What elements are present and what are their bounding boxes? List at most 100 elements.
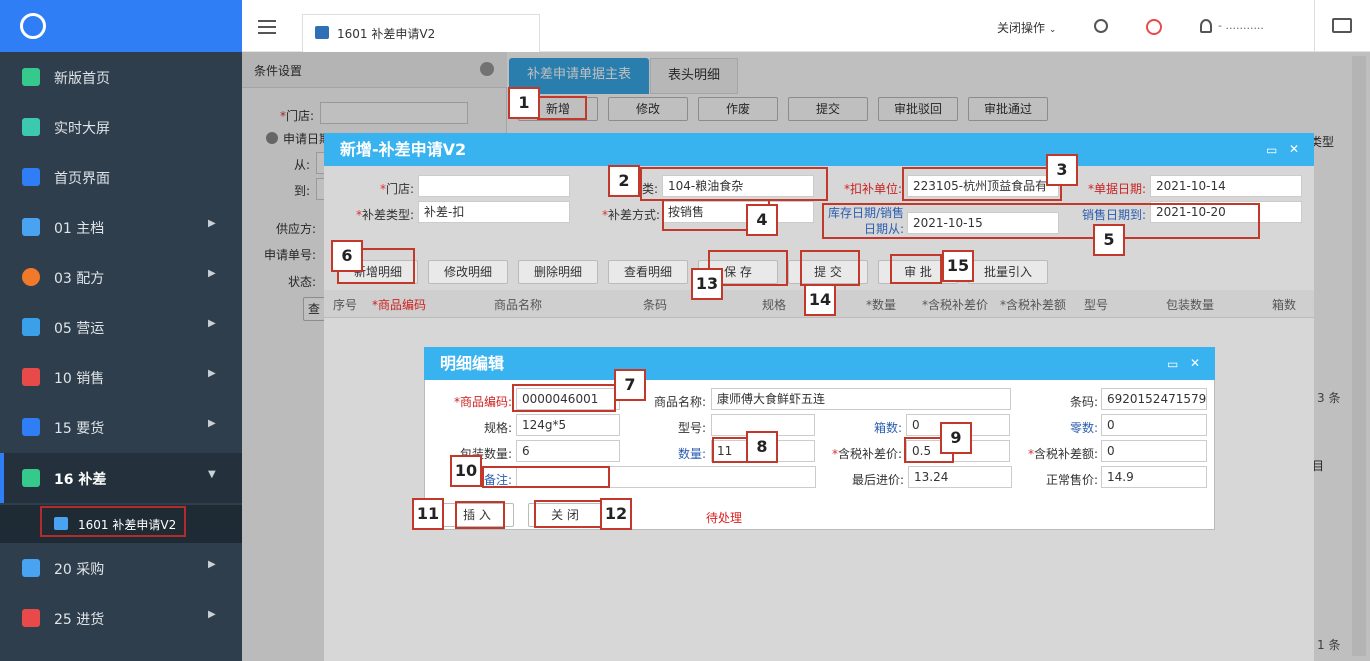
- deduct-unit-label: *扣补单位:: [843, 182, 902, 196]
- close-icon[interactable]: ✕: [1289, 142, 1299, 156]
- callout-number: 8: [746, 431, 778, 463]
- spec-input[interactable]: 124g*5: [516, 414, 620, 436]
- callout-mark: [534, 500, 602, 528]
- sale-price-input[interactable]: 14.9: [1101, 466, 1207, 488]
- menu-toggle-icon[interactable]: [258, 20, 276, 34]
- monitor-icon[interactable]: [1332, 18, 1352, 33]
- amount-input[interactable]: 0: [1101, 440, 1207, 462]
- name-label: 商品名称:: [653, 395, 706, 409]
- notification-icon[interactable]: [1146, 19, 1162, 35]
- nav-item-operation[interactable]: 05 营运 ▶: [0, 302, 242, 352]
- user-icon[interactable]: [1200, 19, 1212, 33]
- name-value: 康师傅大食鲜虾五连: [717, 392, 826, 406]
- callout-mark: [455, 501, 505, 529]
- nav-label: 05 营运: [54, 321, 105, 337]
- shopping-bag-icon: [22, 418, 40, 436]
- edit-detail-button[interactable]: 修改明细: [428, 260, 508, 284]
- doc-date-input[interactable]: 2021-10-14: [1150, 175, 1302, 197]
- logo-icon: [20, 13, 46, 39]
- nav-item-new-home[interactable]: 新版首页: [0, 52, 242, 102]
- barcode-value: 6920152471579: [1107, 392, 1207, 406]
- nav-item-home[interactable]: 首页界面: [0, 152, 242, 202]
- nav-label: 15 要货: [54, 421, 105, 437]
- callout-number: 2: [608, 165, 640, 197]
- col-name: 商品名称: [494, 298, 543, 312]
- callout-mark: [512, 384, 616, 412]
- doc-date-value: 2021-10-14: [1156, 179, 1226, 193]
- last-price-value: 13.24: [914, 470, 949, 484]
- nav-label: 16 补差: [54, 472, 107, 488]
- loose-input[interactable]: 0: [1101, 414, 1207, 436]
- col-pack: 包装数量: [1166, 298, 1215, 312]
- chevron-right-icon: ▶: [208, 368, 216, 379]
- callout-mark: [800, 250, 860, 286]
- close-ops-label: 关闭操作: [997, 21, 1046, 35]
- nav-item-order[interactable]: 15 要货 ▶: [0, 402, 242, 452]
- store-select[interactable]: [418, 175, 570, 197]
- view-detail-button[interactable]: 查看明细: [608, 260, 688, 284]
- chevron-right-icon: ▶: [208, 318, 216, 329]
- callout-mark: [537, 96, 587, 120]
- nav-label: 首页界面: [54, 171, 110, 187]
- nav-item-compensation[interactable]: 16 补差 ▼: [0, 453, 242, 503]
- col-model: 型号: [1084, 298, 1109, 312]
- price-label: *含税补差价:: [831, 447, 902, 461]
- dialog-title: 明细编辑: [440, 354, 505, 373]
- callout-number: 9: [940, 422, 972, 454]
- chevron-right-icon: ▶: [208, 418, 216, 429]
- callout-number: 5: [1093, 224, 1125, 256]
- close-icon[interactable]: ✕: [1190, 356, 1200, 370]
- spec-label: 规格:: [483, 421, 512, 435]
- separator: [1314, 0, 1315, 52]
- barcode-label: 条码:: [1069, 395, 1098, 409]
- chevron-right-icon: ▶: [208, 268, 216, 279]
- model-label: 型号:: [677, 421, 706, 435]
- nav-item-master[interactable]: 01 主档 ▶: [0, 202, 242, 252]
- nav-label: 01 主档: [54, 221, 105, 237]
- type-select[interactable]: 补差-扣: [418, 201, 570, 223]
- maximize-icon[interactable]: ▭: [1167, 357, 1178, 371]
- nav-item-sales[interactable]: 10 销售 ▶: [0, 352, 242, 402]
- truck-icon: [22, 609, 40, 627]
- database-icon: [22, 218, 40, 236]
- store-label: *门店:: [379, 182, 414, 196]
- callout-number: 14: [804, 284, 836, 316]
- delete-detail-button[interactable]: 删除明细: [518, 260, 598, 284]
- callout-number: 10: [450, 455, 482, 487]
- nav-label: 新版首页: [54, 71, 110, 87]
- callout-mark: [902, 167, 1062, 201]
- box-label: 箱数:: [873, 421, 902, 435]
- maximize-icon[interactable]: ▭: [1266, 143, 1277, 157]
- col-qty: *数量: [866, 298, 897, 312]
- close-operations-menu[interactable]: 关闭操作 ⌄: [997, 19, 1056, 36]
- chevron-right-icon: ▶: [208, 218, 216, 229]
- tab-compensation-apply[interactable]: 1601 补差申请V2: [302, 14, 540, 52]
- loose-value: 0: [1107, 418, 1115, 432]
- name-input[interactable]: 康师傅大食鲜虾五连: [711, 388, 1011, 410]
- callout-mark: [482, 466, 610, 488]
- home-icon: [22, 168, 40, 186]
- nav-label: 实时大屏: [54, 121, 110, 137]
- spec-value: 124g*5: [522, 418, 567, 432]
- pack-input[interactable]: 6: [516, 440, 620, 462]
- nav-label: 20 采购: [54, 562, 105, 578]
- app-logo[interactable]: [0, 0, 242, 52]
- sale-icon: [22, 368, 40, 386]
- last-price-input[interactable]: 13.24: [908, 466, 1012, 488]
- barcode-input[interactable]: 6920152471579: [1101, 388, 1207, 410]
- nav-item-receiving[interactable]: 25 进货 ▶: [0, 593, 242, 643]
- nav-item-dashboard[interactable]: 实时大屏: [0, 102, 242, 152]
- nav-item-formula[interactable]: 03 配方 ▶: [0, 252, 242, 302]
- nav-label: 03 配方: [54, 271, 105, 287]
- clipboard-icon: [22, 469, 40, 487]
- search-icon[interactable]: [1094, 19, 1108, 33]
- nav-item-purchase[interactable]: 20 采购 ▶: [0, 543, 242, 593]
- callout-mark: [890, 254, 942, 284]
- batch-import-button[interactable]: 批量引入: [968, 260, 1048, 284]
- col-amount: *含税补差额: [1000, 298, 1067, 312]
- chevron-right-icon: ▶: [208, 609, 216, 620]
- type-label: *补差类型:: [355, 208, 414, 222]
- sale-price-value: 14.9: [1107, 470, 1134, 484]
- type-value: 补差-扣: [424, 205, 465, 219]
- code-label: *商品编码:: [453, 395, 512, 409]
